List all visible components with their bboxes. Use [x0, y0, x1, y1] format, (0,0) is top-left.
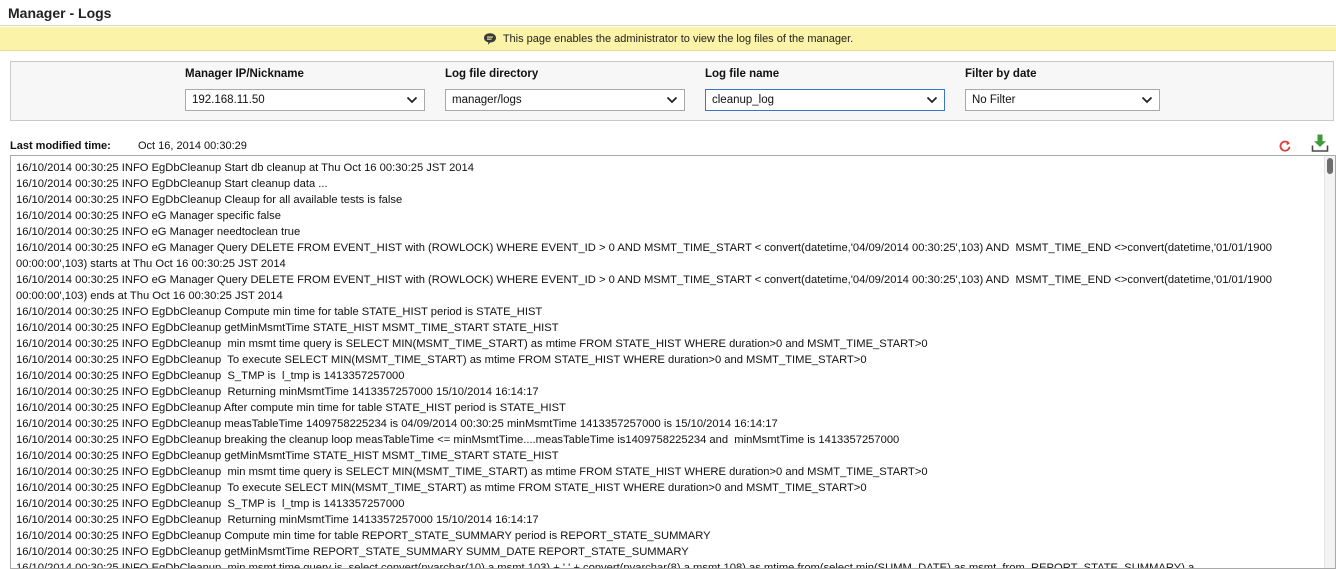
filter-date-label: Filter by date [965, 68, 1037, 80]
log-dir-value: manager/logs [452, 94, 522, 106]
log-line: 16/10/2014 00:30:25 INFO EgDbCleanup min… [16, 338, 928, 350]
log-line: 16/10/2014 00:30:25 INFO EgDbCleanup get… [16, 450, 559, 462]
refresh-icon [1279, 140, 1291, 152]
log-line: 16/10/2014 00:30:25 INFO eG Manager need… [16, 226, 301, 238]
log-line: 16/10/2014 00:30:25 INFO EgDbCleanup get… [16, 322, 559, 334]
filter-date-field: Filter by date No Filter [965, 68, 1160, 111]
log-line: 16/10/2014 00:30:25 INFO EgDbCleanup Ret… [16, 386, 539, 398]
filter-date-select[interactable]: No Filter [965, 89, 1160, 111]
download-button[interactable] [1310, 133, 1330, 153]
chevron-down-icon [1141, 96, 1153, 104]
filter-date-value: No Filter [972, 94, 1016, 106]
log-line: 16/10/2014 00:30:25 INFO EgDbCleanup To … [16, 354, 867, 366]
manager-ip-value: 192.168.11.50 [192, 94, 265, 106]
manager-ip-select[interactable]: 192.168.11.50 [185, 89, 425, 111]
log-line: 16/10/2014 00:30:25 INFO eG Manager Quer… [16, 242, 1276, 270]
speech-bubble-icon [483, 32, 497, 46]
log-line: 16/10/2014 00:30:25 INFO EgDbCleanup Aft… [16, 402, 566, 414]
log-line: 16/10/2014 00:30:25 INFO eG Manager Quer… [16, 274, 1276, 302]
log-scrollbar-thumb[interactable] [1327, 158, 1333, 174]
filter-panel: Manager IP/Nickname 192.168.11.50 Log fi… [10, 61, 1334, 121]
log-line: 16/10/2014 00:30:25 INFO EgDbCleanup Sta… [16, 162, 474, 174]
log-line: 16/10/2014 00:30:25 INFO EgDbCleanup Ret… [16, 514, 539, 526]
manager-ip-label: Manager IP/Nickname [185, 68, 304, 80]
log-name-field: Log file name cleanup_log [705, 68, 945, 111]
last-modified-label: Last modified time: [10, 140, 111, 152]
log-line: 16/10/2014 00:30:25 INFO EgDbCleanup S_T… [16, 370, 405, 382]
log-line: 16/10/2014 00:30:25 INFO EgDbCleanup To … [16, 482, 867, 494]
chevron-down-icon [406, 96, 418, 104]
log-line: 16/10/2014 00:30:25 INFO EgDbCleanup bre… [16, 434, 900, 446]
log-line: 16/10/2014 00:30:25 INFO EgDbCleanup Com… [16, 530, 711, 542]
log-viewer[interactable]: 16/10/2014 00:30:25 INFO EgDbCleanup Sta… [10, 155, 1336, 569]
log-line: 16/10/2014 00:30:25 INFO EgDbCleanup Sta… [16, 178, 328, 190]
info-banner-content: This page enables the administrator to v… [483, 27, 853, 51]
title-bar: Manager - Logs [0, 0, 1336, 26]
log-line: 16/10/2014 00:30:25 INFO eG Manager spec… [16, 210, 281, 222]
log-line: 16/10/2014 00:30:25 INFO EgDbCleanup min… [16, 562, 1195, 569]
page-title: Manager - Logs [8, 5, 112, 21]
log-name-value: cleanup_log [712, 94, 775, 106]
log-dir-label: Log file directory [445, 68, 539, 80]
log-line: 16/10/2014 00:30:25 INFO EgDbCleanup S_T… [16, 498, 405, 510]
log-line: 16/10/2014 00:30:25 INFO EgDbCleanup Cle… [16, 194, 403, 206]
log-lines: 16/10/2014 00:30:25 INFO EgDbCleanup Sta… [16, 160, 1322, 569]
log-line: 16/10/2014 00:30:25 INFO EgDbCleanup Com… [16, 306, 543, 318]
log-line: 16/10/2014 00:30:25 INFO EgDbCleanup get… [16, 546, 689, 558]
manager-ip-field: Manager IP/Nickname 192.168.11.50 [185, 68, 425, 111]
log-line: 16/10/2014 00:30:25 INFO EgDbCleanup min… [16, 466, 928, 478]
download-icon [1311, 134, 1329, 152]
chevron-down-icon [666, 96, 678, 104]
log-dir-select[interactable]: manager/logs [445, 89, 685, 111]
info-banner-text: This page enables the administrator to v… [502, 33, 854, 45]
chevron-down-icon [926, 96, 938, 104]
refresh-button[interactable] [1277, 138, 1293, 154]
log-name-select[interactable]: cleanup_log [705, 89, 945, 111]
last-modified-value: Oct 16, 2014 00:30:29 [138, 140, 247, 152]
info-banner: This page enables the administrator to v… [0, 27, 1336, 51]
meta-row: Last modified time: Oct 16, 2014 00:30:2… [10, 134, 1336, 154]
log-line: 16/10/2014 00:30:25 INFO EgDbCleanup mea… [16, 418, 778, 430]
log-scrollbar[interactable] [1324, 156, 1335, 568]
log-dir-field: Log file directory manager/logs [445, 68, 685, 111]
log-name-label: Log file name [705, 68, 780, 80]
